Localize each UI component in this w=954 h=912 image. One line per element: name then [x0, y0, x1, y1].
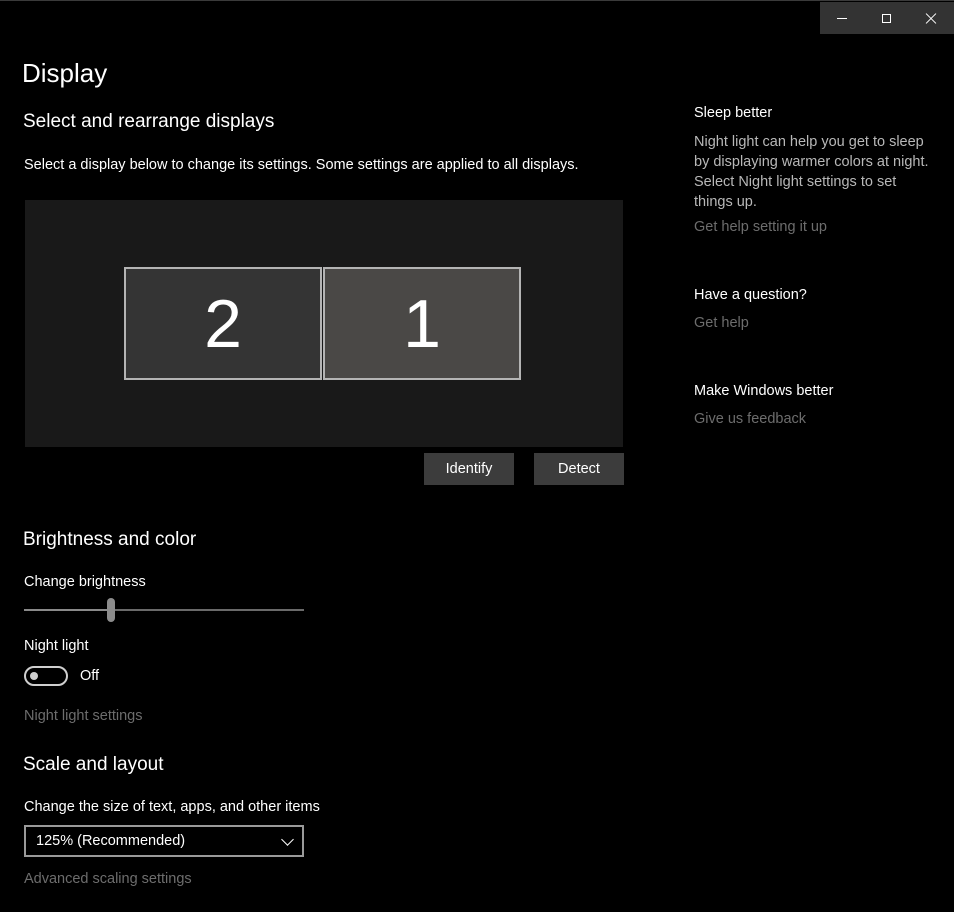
- page-title: Display: [22, 58, 108, 88]
- maximize-button[interactable]: [865, 2, 910, 34]
- size-label: Change the size of text, apps, and other…: [24, 799, 320, 815]
- get-help-link[interactable]: Get help: [694, 315, 749, 331]
- monitor-2-label: 2: [204, 285, 242, 362]
- sleep-better-text: Night light can help you get to sleep by…: [694, 134, 929, 210]
- get-help-setting-link[interactable]: Get help setting it up: [694, 219, 827, 235]
- display-arrangement-canvas[interactable]: 2 1: [25, 200, 623, 447]
- advanced-scaling-link[interactable]: Advanced scaling settings: [24, 871, 192, 887]
- brightness-slider-thumb[interactable]: [106, 598, 115, 622]
- have-question-heading: Have a question?: [694, 287, 807, 303]
- give-feedback-link[interactable]: Give us feedback: [694, 411, 806, 427]
- monitor-2[interactable]: 2: [124, 267, 322, 380]
- change-brightness-label: Change brightness: [24, 574, 146, 590]
- maximize-icon: [882, 13, 892, 23]
- window-top-border: [0, 0, 954, 1]
- night-light-label: Night light: [24, 638, 89, 654]
- identify-button[interactable]: Identify: [424, 453, 514, 485]
- close-icon: [925, 12, 937, 24]
- night-light-settings-link[interactable]: Night light settings: [24, 708, 142, 724]
- brightness-heading: Brightness and color: [23, 529, 197, 550]
- window-controls: [820, 2, 954, 34]
- monitor-1-label: 1: [403, 285, 441, 362]
- arrange-heading: Select and rearrange displays: [23, 111, 275, 132]
- night-light-toggle[interactable]: [24, 666, 68, 686]
- toggle-knob: [30, 672, 38, 680]
- minimize-icon: [837, 17, 848, 19]
- scale-dropdown-value: 125% (Recommended): [36, 833, 186, 849]
- brightness-slider-fill: [24, 609, 111, 611]
- night-light-state: Off: [80, 668, 100, 684]
- detect-button[interactable]: Detect: [534, 453, 624, 485]
- scale-heading: Scale and layout: [23, 754, 164, 775]
- arrange-description: Select a display below to change its set…: [24, 157, 579, 173]
- make-windows-better-heading: Make Windows better: [694, 383, 834, 399]
- monitor-1[interactable]: 1: [323, 267, 521, 380]
- minimize-button[interactable]: [820, 2, 865, 34]
- close-button[interactable]: [909, 2, 954, 34]
- sleep-better-heading: Sleep better: [694, 105, 773, 121]
- brightness-slider[interactable]: [24, 598, 304, 622]
- scale-dropdown[interactable]: 125% (Recommended): [24, 825, 304, 857]
- chevron-down-icon: [281, 833, 294, 846]
